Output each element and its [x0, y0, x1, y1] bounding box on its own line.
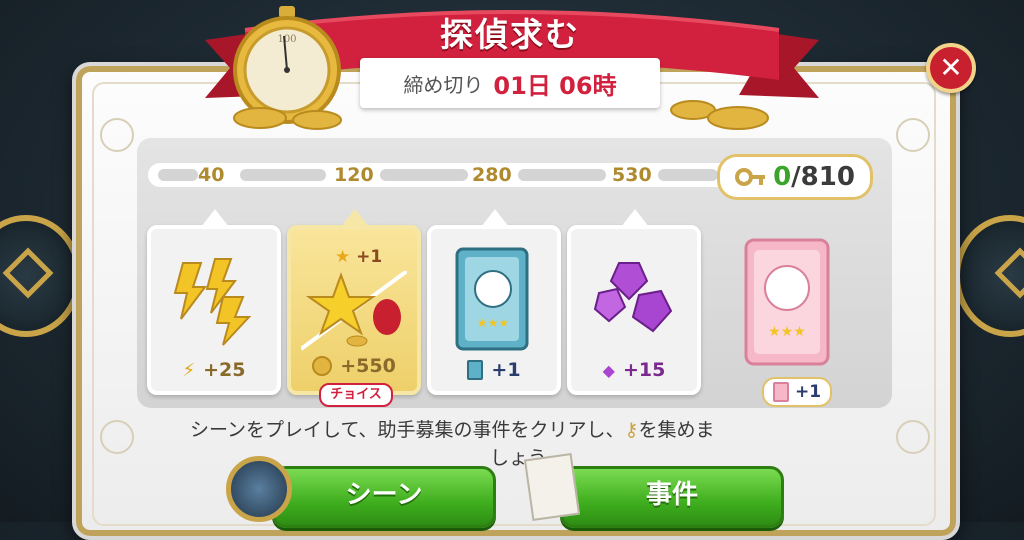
case-document-icon [523, 452, 581, 522]
deadline-label: 締め切り [403, 72, 484, 97]
deadline-box: 締め切り 01日 06時 [360, 58, 660, 108]
case-button-label: 事件 [645, 480, 698, 510]
star-small-icon: ★ [335, 247, 351, 267]
key-inline-icon: ⚷ [624, 419, 639, 441]
reward-amount: +1 [794, 382, 822, 402]
book-small-icon [467, 360, 484, 380]
case-button[interactable]: 事件 [560, 466, 784, 528]
milestone-1: 40 [198, 164, 225, 186]
progress-segment [658, 169, 718, 181]
lightning-icon [173, 258, 252, 346]
corner-ornament [100, 420, 134, 454]
progress-segment [518, 169, 606, 181]
deadline-value: 01日 06時 [493, 71, 617, 100]
corner-ornament [896, 420, 930, 454]
svg-text:★★★: ★★★ [477, 316, 509, 330]
reward-amount: +15 [622, 359, 666, 381]
corner-ornament [896, 118, 930, 152]
coin-small-icon [312, 356, 333, 376]
magnifier-scene-icon [226, 456, 292, 522]
reward-amount: +550 [340, 355, 396, 377]
close-button[interactable]: ✕ [926, 43, 976, 93]
progress-segment [240, 169, 326, 181]
pink-book-small-icon [772, 382, 789, 402]
milestone-4: 530 [612, 164, 652, 186]
reward-card-energy[interactable]: ⚡ +25 [147, 209, 281, 395]
stopwatch-icon: 100 [233, 6, 342, 130]
choice-badge: チョイス [319, 383, 393, 407]
key-separator: / [791, 162, 801, 192]
reward-card-gems[interactable]: ◆ +15 [567, 209, 701, 395]
left-clock-ornament [0, 175, 82, 365]
gem-small-icon: ◆ [602, 360, 615, 380]
star-amount: +1 [356, 247, 383, 267]
corner-ornament [100, 118, 134, 152]
key-icon [735, 168, 766, 186]
key-total: 810 [800, 162, 855, 192]
milestone-2: 120 [334, 164, 374, 186]
lightning-small-icon: ⚡ [182, 359, 196, 381]
reward-amount: +25 [203, 359, 246, 381]
progress-segment [158, 169, 198, 181]
instruction-part-1: シーンをプレイして、助手募集の事件をクリアし、 [190, 419, 625, 441]
svg-text:★★★: ★★★ [768, 324, 806, 340]
milestone-3: 280 [472, 164, 512, 186]
reward-card-blue-book[interactable]: ★★★ +1 [427, 209, 561, 395]
reward-card-star-coins[interactable]: ★ +1 +550 チョイス [287, 209, 421, 407]
key-current: 0 [773, 162, 792, 192]
page-title: 探偵求む [440, 15, 580, 54]
pink-casebook-icon[interactable]: ★★★ [742, 236, 834, 372]
scene-button[interactable]: シーン [272, 466, 496, 528]
blue-casebook-icon: ★★★ [455, 247, 529, 351]
key-counter: 0/810 [717, 154, 873, 200]
reward-amount: +1 [491, 359, 521, 381]
stopwatch-number: 100 [277, 34, 296, 45]
progress-segment [380, 169, 468, 181]
pink-book-badge: +1 [762, 377, 832, 407]
purple-gem-icon [593, 262, 673, 333]
gold-coins-icon [670, 100, 769, 130]
instruction-text: シーンをプレイして、助手募集の事件をクリアし、⚷を集めま しょう [190, 416, 840, 472]
star-coin-pouch-icon [301, 271, 407, 351]
instruction-part-2: を集めま [638, 419, 715, 441]
scene-button-label: シーン [345, 480, 423, 510]
